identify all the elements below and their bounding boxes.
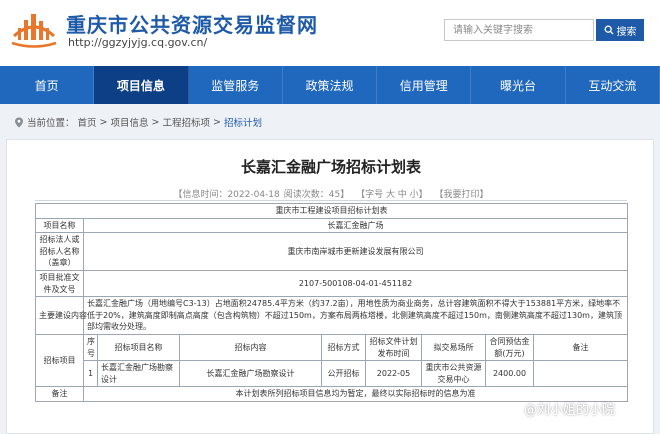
search-input[interactable]	[444, 19, 594, 41]
row-amount: 2400.00	[485, 360, 534, 388]
remark-label: 备注	[35, 386, 84, 402]
page-title: 长嘉汇金融广场招标计划表	[240, 158, 421, 176]
project-name-label: 项目名称	[35, 217, 84, 234]
nav-item-project-info[interactable]: 项目信息	[94, 66, 189, 104]
watermark: @刘小姐的小院	[506, 399, 615, 418]
main-nav: 首页 项目信息 监管服务 政策法规 信用管理 曝光台 互动交流	[0, 66, 660, 104]
site-header: 重庆市公共资源交易监督网 http://ggzyjyjg.cq.gov.cn/ …	[0, 0, 660, 66]
row-index: 1	[83, 360, 98, 388]
col-remark: 备注	[532, 333, 629, 362]
col-publish-time: 招标文件计划发布时间	[365, 333, 422, 362]
tenderer-value: 重庆市南岸城市更新建设发展有限公司	[82, 232, 629, 271]
bidding-plan-table: 重庆市工程建设项目招标计划表 项目名称 长嘉汇金融广场 招标法人或招标人名称（盖…	[34, 203, 629, 402]
col-amount: 合同预估金额(万元)	[485, 333, 534, 362]
search-button-label: 搜索	[616, 26, 637, 38]
print-link[interactable]: 【我要打印】	[435, 190, 489, 200]
site-title[interactable]: 重庆市公共资源交易监督网	[66, 9, 318, 38]
nav-item-exposure[interactable]: 曝光台	[471, 66, 566, 104]
row-publish-time: 2022-05	[365, 360, 422, 388]
article-panel: 长嘉汇金融广场招标计划表 【信息时间：2022-04-18 阅读次数：45】 【字…	[6, 139, 654, 434]
article-meta: 【信息时间：2022-04-18 阅读次数：45】 【字号 大 中 小】 【我要打…	[7, 187, 655, 200]
row-item-name: 长嘉汇金融广场勘察设计	[97, 360, 180, 388]
table-header: 重庆市工程建设项目招标计划表	[34, 203, 629, 219]
search-icon	[604, 25, 613, 35]
site-logo-icon[interactable]	[8, 6, 60, 50]
tenderer-label: 招标法人或招标人名称（盖章）	[35, 232, 84, 271]
breadcrumb: 当前位置： 首页 > 项目信息 > 工程招标项 > 招标计划	[14, 115, 262, 129]
col-method: 招标方式	[321, 333, 366, 362]
font-size-switch[interactable]: 【字号 大 中 小】	[356, 190, 428, 200]
meta-date: 【信息时间：2022-04-18	[173, 190, 280, 200]
breadcrumb-current[interactable]: 招标计划	[224, 115, 262, 129]
divider	[35, 200, 627, 201]
content-value: 长嘉汇金融广场（用地编号C3-13）占地面积24785.4平方米（约37.2亩）…	[82, 296, 629, 335]
approval-value: 2107-500108-04-01-451182	[82, 269, 629, 298]
watermark-logo-icon	[506, 401, 520, 416]
col-index: 序号	[83, 333, 98, 362]
row-item-content: 长嘉汇金融广场勘察设计	[179, 360, 322, 388]
col-item-name: 招标项目名称	[97, 333, 180, 362]
row-venue: 重庆市公共资源交易中心	[421, 360, 486, 388]
col-venue: 拟交易场所	[421, 333, 486, 362]
content-label: 主要建设内容	[35, 296, 87, 335]
breadcrumb-prefix: 当前位置：	[27, 118, 75, 129]
nav-item-credit[interactable]: 信用管理	[377, 66, 472, 104]
approval-label: 项目批准文件及文号	[35, 269, 84, 298]
breadcrumb-engineering-bidding[interactable]: 工程招标项	[162, 115, 210, 129]
nav-item-home[interactable]: 首页	[0, 66, 95, 104]
meta-views: 阅读次数：45】	[283, 190, 350, 200]
row-method: 公开招标	[321, 360, 366, 388]
site-url: http://ggzyjyjg.cq.gov.cn/	[68, 36, 208, 49]
nav-item-policy[interactable]: 政策法规	[283, 66, 378, 104]
table-row: 1 长嘉汇金融广场勘察设计 长嘉汇金融广场勘察设计 公开招标 2022-05 重…	[36, 360, 629, 388]
breadcrumb-project-info[interactable]: 项目信息	[111, 115, 149, 129]
project-name-value: 长嘉汇金融广场	[82, 217, 629, 234]
location-pin-icon	[15, 117, 23, 127]
watermark-text: @刘小姐的小院	[524, 403, 616, 418]
col-item-content: 招标内容	[179, 333, 322, 362]
breadcrumb-home[interactable]: 首页	[78, 115, 97, 129]
search-button[interactable]: 搜索	[596, 19, 644, 41]
nav-item-supervision-service[interactable]: 监管服务	[189, 66, 283, 104]
items-label: 招标项目	[35, 333, 84, 388]
nav-item-interaction[interactable]: 互动交流	[566, 66, 660, 104]
row-remark	[532, 360, 629, 388]
